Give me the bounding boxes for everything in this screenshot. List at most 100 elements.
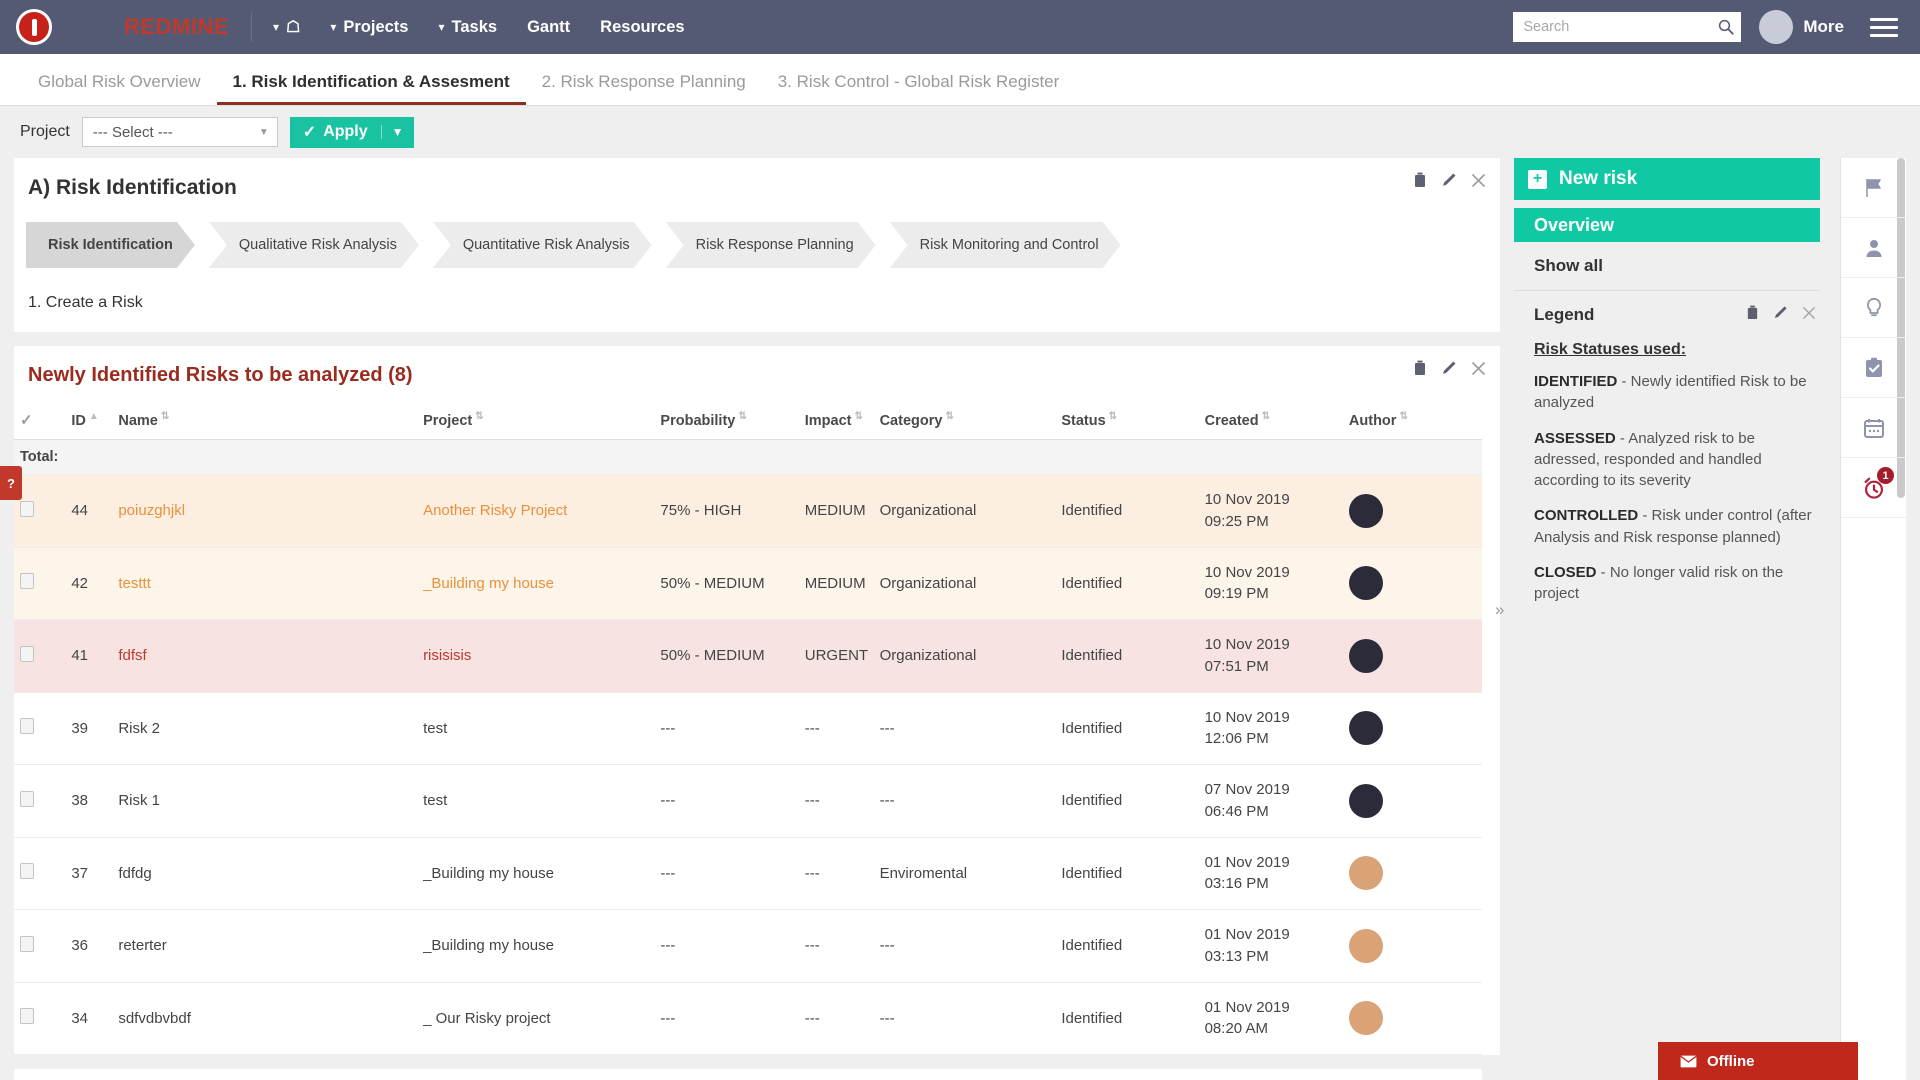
author-avatar[interactable] — [1348, 711, 1383, 746]
row-checkbox-cell[interactable] — [14, 547, 66, 620]
more-menu-button[interactable]: More — [1803, 17, 1844, 37]
row-checkbox[interactable] — [20, 718, 34, 735]
cell-author[interactable] — [1342, 982, 1482, 1055]
row-checkbox-cell[interactable] — [14, 619, 66, 693]
close-icon[interactable] — [1471, 361, 1486, 376]
tab-risk-response-planning[interactable]: 2. Risk Response Planning — [526, 72, 762, 105]
nav-item-tasks[interactable]: ▾ Tasks — [425, 12, 510, 43]
overview-button[interactable]: Overview — [1514, 208, 1820, 242]
process-step-risk-monitoring-and-control[interactable]: Risk Monitoring and Control — [890, 222, 1121, 268]
avatar[interactable] — [1759, 10, 1794, 44]
cell-project[interactable]: test — [417, 764, 655, 838]
table-row[interactable]: 34 sdfvdbvbdf _ Our Risky project --- --- ---… — [14, 982, 1482, 1055]
process-step-risk-response-planning[interactable]: Risk Response Planning — [666, 222, 876, 268]
col-header-author[interactable]: Author ⇅ — [1342, 401, 1482, 440]
cell-author[interactable] — [1342, 474, 1482, 548]
nav-item-gantt[interactable]: Gantt — [514, 12, 583, 43]
delete-icon[interactable] — [1413, 360, 1427, 376]
author-avatar[interactable] — [1348, 638, 1383, 673]
col-header-status[interactable]: Status ⇅ — [1055, 401, 1199, 440]
cell-name[interactable]: Risk 1 — [112, 764, 418, 838]
nav-item-home[interactable]: ▾ ☖ — [260, 11, 313, 43]
offline-chat-widget[interactable]: Offline — [1658, 1042, 1858, 1080]
risk-name-link[interactable]: fdfdg — [118, 865, 151, 882]
row-checkbox-cell[interactable] — [14, 837, 66, 910]
cell-name[interactable]: poiuzghjkl — [112, 474, 418, 548]
row-checkbox[interactable] — [20, 645, 34, 662]
row-checkbox-cell[interactable] — [14, 764, 66, 838]
col-header-project[interactable]: Project ⇅ — [417, 401, 655, 440]
row-checkbox-cell[interactable] — [14, 909, 66, 983]
table-row[interactable]: 39 Risk 2 test --- --- --- Identified 10 Nov 20… — [14, 692, 1482, 765]
cell-author[interactable] — [1342, 909, 1482, 983]
cell-name[interactable]: fdfdg — [112, 837, 418, 910]
tab-risk-identification-assesment[interactable]: 1. Risk Identification & Assesment — [216, 72, 526, 105]
project-link[interactable]: test — [423, 720, 447, 737]
col-header-created[interactable]: Created ⇅ — [1198, 401, 1343, 440]
author-avatar[interactable] — [1348, 783, 1383, 818]
row-checkbox[interactable] — [20, 935, 34, 952]
clipboard-check-icon[interactable] — [1841, 338, 1906, 398]
cell-name[interactable]: reterter — [112, 909, 418, 983]
table-row[interactable]: 41 fdfsf risisisis 50% - MEDIUM URGENT Organi… — [14, 619, 1482, 693]
risk-name-link[interactable]: Risk 1 — [118, 792, 160, 809]
project-select[interactable]: --- Select --- ▼ — [81, 117, 278, 147]
row-checkbox[interactable] — [20, 1008, 34, 1025]
help-side-tab[interactable]: ? — [0, 466, 22, 500]
author-avatar[interactable] — [1348, 566, 1383, 601]
risk-name-link[interactable]: testtt — [118, 575, 151, 592]
cell-author[interactable] — [1342, 837, 1482, 910]
risk-name-link[interactable]: Risk 2 — [118, 720, 160, 737]
author-avatar[interactable] — [1348, 1001, 1383, 1036]
risk-name-link[interactable]: poiuzghjkl — [118, 502, 185, 519]
project-link[interactable]: _Building my house — [423, 937, 554, 954]
tab-global-risk-overview[interactable]: Global Risk Overview — [22, 72, 217, 105]
project-link[interactable]: Another Risky Project — [423, 502, 567, 519]
cell-project[interactable]: _Building my house — [417, 837, 655, 910]
table-row[interactable]: 42 testtt _Building my house 50% - MEDIUM ME… — [14, 547, 1482, 620]
author-avatar[interactable] — [1348, 856, 1383, 891]
process-step-qualitative-risk-analysis[interactable]: Qualitative Risk Analysis — [209, 222, 419, 268]
row-checkbox-cell[interactable] — [14, 692, 66, 765]
cell-project[interactable]: test — [417, 692, 655, 765]
delete-icon[interactable] — [1746, 305, 1759, 320]
project-link[interactable]: _Building my house — [423, 575, 554, 592]
edit-pencil-icon[interactable] — [1441, 360, 1457, 376]
author-avatar[interactable] — [1348, 928, 1383, 963]
cell-name[interactable]: Risk 2 — [112, 692, 418, 765]
project-link[interactable]: risisisis — [423, 647, 471, 664]
author-avatar[interactable] — [1348, 493, 1383, 528]
row-checkbox-cell[interactable] — [14, 982, 66, 1055]
cell-author[interactable] — [1342, 764, 1482, 838]
search-input[interactable] — [1523, 19, 1718, 35]
process-step-risk-identification[interactable]: Risk Identification — [26, 222, 195, 268]
search-box[interactable] — [1513, 12, 1742, 42]
table-row[interactable]: 44 poiuzghjkl Another Risky Project 75% - H… — [14, 474, 1482, 548]
cell-name[interactable]: fdfsf — [112, 619, 418, 693]
close-icon[interactable] — [1471, 173, 1486, 188]
cell-name[interactable]: sdfvdbvbdf — [112, 982, 418, 1055]
row-checkbox[interactable] — [20, 573, 34, 590]
risk-name-link[interactable]: reterter — [118, 937, 166, 954]
col-header-impact[interactable]: Impact ⇅ — [798, 401, 874, 440]
select-all-header[interactable]: ✓ — [14, 401, 66, 440]
apply-dropdown-toggle[interactable]: ▼ — [380, 125, 414, 139]
apply-button[interactable]: ✓ Apply ▼ — [289, 116, 414, 148]
cell-project[interactable]: _Building my house — [417, 909, 655, 983]
edit-pencil-icon[interactable] — [1773, 305, 1788, 320]
col-header-name[interactable]: Name ⇅ — [112, 401, 418, 440]
hamburger-menu-icon[interactable] — [1870, 17, 1898, 37]
cell-author[interactable] — [1342, 692, 1482, 765]
col-header-probability[interactable]: Probability ⇅ — [654, 401, 799, 440]
row-checkbox[interactable] — [20, 863, 34, 880]
cell-project[interactable]: _Building my house — [417, 547, 655, 620]
project-link[interactable]: _ Our Risky project — [423, 1010, 551, 1027]
table-row[interactable]: 38 Risk 1 test --- --- --- Identified 07 Nov 20… — [14, 764, 1482, 838]
edit-pencil-icon[interactable] — [1441, 172, 1457, 188]
project-link[interactable]: test — [423, 792, 447, 809]
apply-button-main[interactable]: ✓ Apply — [290, 122, 381, 142]
table-row[interactable]: 36 reterter _Building my house --- --- --- Ide… — [14, 909, 1482, 983]
col-header-id[interactable]: ID ▲ — [65, 401, 113, 440]
cell-author[interactable] — [1342, 619, 1482, 693]
cell-project[interactable]: _ Our Risky project — [417, 982, 655, 1055]
